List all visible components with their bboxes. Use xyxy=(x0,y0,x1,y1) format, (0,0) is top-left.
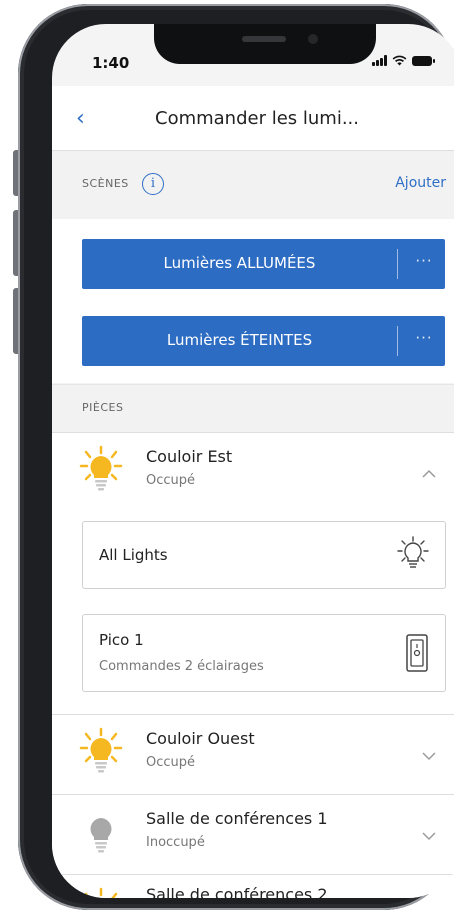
scene-button-lights-off[interactable]: Lumières ÉTEINTES ··· xyxy=(82,316,445,366)
add-scene-link[interactable]: Ajouter xyxy=(395,175,446,191)
wifi-icon xyxy=(392,55,407,66)
phone-frame: 1:40 ‹ Commander les lumi... SCÈNES i Aj… xyxy=(18,4,454,910)
room-status: Occupé xyxy=(146,755,196,770)
light-bulb-on-icon xyxy=(79,445,123,491)
speaker-grille xyxy=(242,36,286,42)
notch xyxy=(154,24,376,64)
divider xyxy=(397,326,398,356)
room-salle-conferences-2[interactable]: Salle de conférences 2 xyxy=(52,874,454,898)
device-subtitle: Commandes 2 éclairages xyxy=(99,659,264,674)
device-pico-1[interactable]: Pico 1 Commandes 2 éclairages xyxy=(82,614,446,692)
chevron-down-icon[interactable] xyxy=(422,829,436,843)
info-icon[interactable]: i xyxy=(142,173,164,195)
device-all-lights[interactable]: All Lights xyxy=(82,521,446,589)
device-name: Pico 1 xyxy=(99,631,144,649)
room-name: Couloir Ouest xyxy=(146,729,255,748)
nav-bar: ‹ Commander les lumi... xyxy=(52,86,454,151)
scenes-section-header: SCÈNES i Ajouter xyxy=(52,151,454,219)
chevron-down-icon[interactable] xyxy=(422,749,436,763)
room-status: Inoccupé xyxy=(146,835,205,850)
room-status: Occupé xyxy=(146,473,196,488)
divider xyxy=(397,249,398,279)
signal-icon xyxy=(372,55,387,66)
room-salle-conferences-1[interactable]: Salle de conférences 1 Inoccupé xyxy=(52,794,454,875)
front-camera xyxy=(308,34,318,44)
room-name: Salle de conférences 1 xyxy=(146,809,328,828)
device-name: All Lights xyxy=(99,546,168,564)
scene-button-label: Lumières ÉTEINTES xyxy=(166,331,313,349)
room-name: Couloir Est xyxy=(146,447,233,466)
pico-remote-icon[interactable] xyxy=(405,633,429,673)
page-title: Commander les lumi... xyxy=(155,108,359,129)
room-couloir-ouest[interactable]: Couloir Ouest Occupé xyxy=(52,714,454,795)
more-options-icon[interactable]: ··· xyxy=(404,252,444,270)
light-bulb-on-icon xyxy=(79,727,123,773)
light-bulb-on-icon xyxy=(84,887,118,898)
room-couloir-est[interactable]: Couloir Est Occupé All Lights Pico 1 Com… xyxy=(52,432,454,714)
scene-button-lights-on[interactable]: Lumières ALLUMÉES ··· xyxy=(82,239,445,289)
status-time: 1:40 xyxy=(92,54,130,72)
status-icons xyxy=(372,55,435,66)
light-bulb-outline-icon[interactable] xyxy=(397,536,429,574)
more-options-icon[interactable]: ··· xyxy=(404,329,444,347)
phone-screen: 1:40 ‹ Commander les lumi... SCÈNES i Aj… xyxy=(52,24,454,898)
rooms-label: PIÈCES xyxy=(82,401,124,414)
scene-button-label: Lumières ALLUMÉES xyxy=(163,254,316,272)
room-name: Salle de conférences 2 xyxy=(146,885,328,898)
rooms-section-header: PIÈCES xyxy=(52,384,454,433)
light-bulb-off-icon xyxy=(90,818,112,853)
battery-icon xyxy=(412,55,435,66)
chevron-up-icon[interactable] xyxy=(422,467,436,481)
scenes-list: Lumières ALLUMÉES ··· Lumières ÉTEINTES … xyxy=(52,219,454,383)
scenes-label: SCÈNES xyxy=(82,177,129,190)
